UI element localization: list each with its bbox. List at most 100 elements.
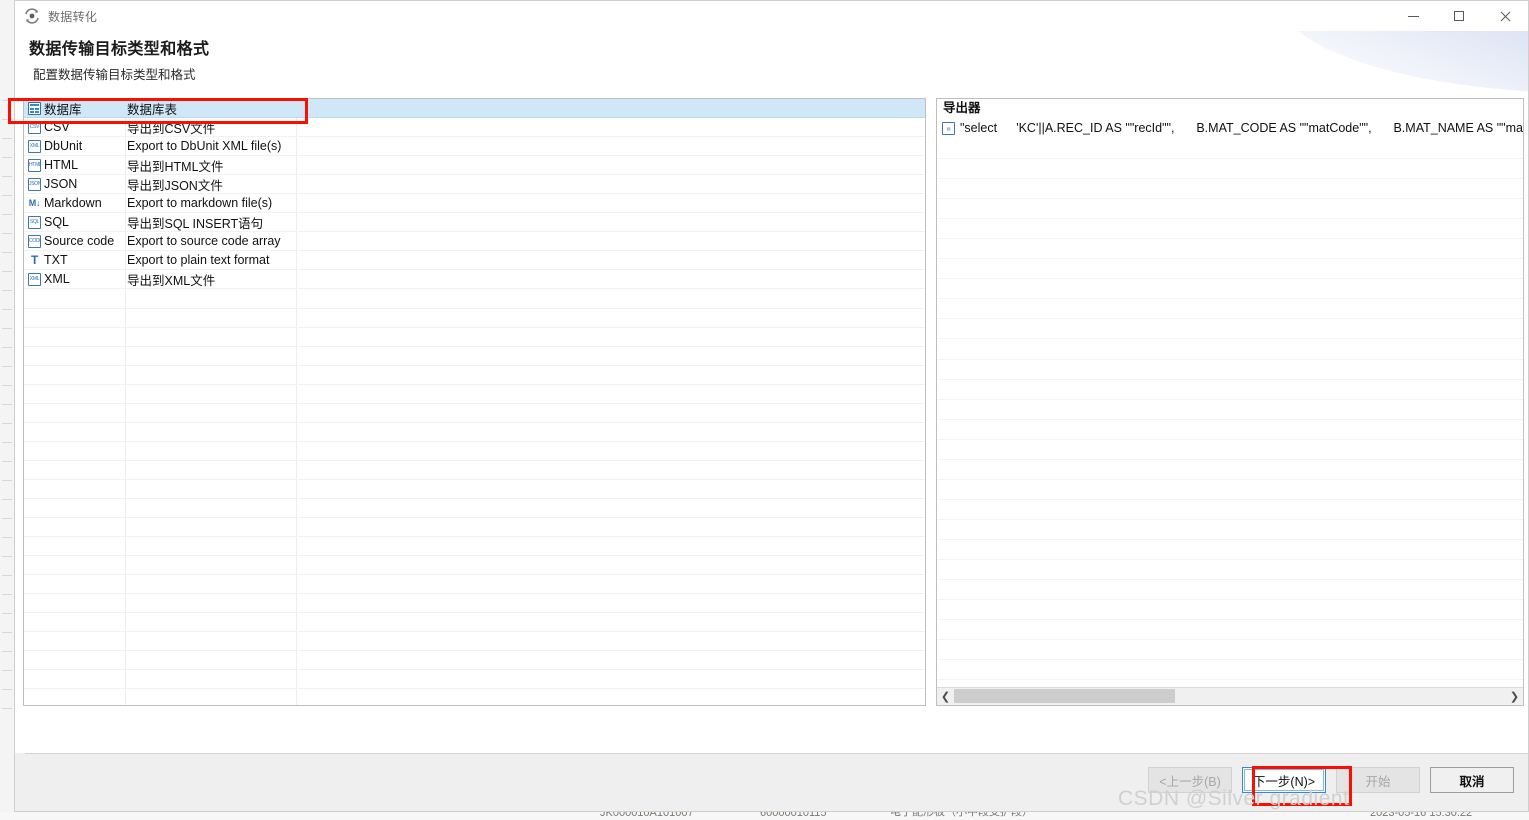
target-type-name-cell: HTML HTML [24,158,121,172]
target-type-row[interactable]: CSV CSV 导出到CSV文件 [24,118,925,138]
target-type-empty-row [24,309,925,328]
wizard-button-next[interactable]: 下一步(N)> [1242,767,1326,793]
exporter-empty-row [937,360,1523,380]
exporter-empty-row [937,560,1523,581]
background-row-line [2,480,12,481]
exporter-query-part-2: B.MAT_CODE AS ""matCode"", [1196,121,1372,135]
target-type-empty-row [24,518,925,538]
target-type-empty-row [24,404,925,423]
target-type-row[interactable]: CODE Source code Export to source code arr… [24,232,925,252]
exporter-item[interactable]: ▤ "select 'KC'||A.REC_ID AS ""recId"", B… [937,118,1523,138]
exporter-empty-row [937,640,1523,661]
chevron-left-icon[interactable]: ❮ [937,688,954,705]
background-row-line [2,214,12,215]
footer-divider [25,753,1528,754]
target-type-empty-row [24,670,925,690]
target-type-row[interactable]: 数据库 数据库表 [24,99,925,119]
target-type-label: Markdown [44,196,102,211]
exporter-empty-row [937,219,1523,240]
target-type-desc-cell: 数据库表 [127,102,178,117]
exporter-empty-row [937,540,1523,560]
target-type-row[interactable]: T TXT Export to plain text format [24,251,925,271]
minimize-button[interactable] [1390,1,1436,31]
exporter-query-part-1: 'KC'||A.REC_ID AS ""recId"", [1016,121,1175,135]
target-type-list[interactable]: 数据库 数据库表 CSV CSV 导出到CSV文件 XML DbUnit Export to … [23,98,926,706]
sql-file-icon: SQL [28,215,41,229]
wizard-body: 数据库 数据库表 CSV CSV 导出到CSV文件 XML DbUnit Export to … [15,93,1528,753]
target-type-name-cell: JSON JSON [24,177,121,191]
exporter-empty-row [937,159,1523,180]
button-label: 取消 [1459,774,1485,789]
target-type-desc-cell: Export to plain text format [127,253,270,268]
background-row-line [2,423,12,424]
background-row-line [2,347,12,348]
scrollbar-track[interactable] [954,688,1506,705]
wizard-header: 数据传输目标类型和格式 配置数据传输目标类型和格式 [15,31,1528,93]
target-type-name-cell: CODE Source code [24,234,121,248]
background-row-line [2,708,12,709]
target-type-name-cell: M↓ Markdown [24,196,121,210]
xml-file-icon: XML [28,139,41,153]
text-file-icon: T [30,253,39,267]
json-file-icon: JSON [28,177,41,191]
target-type-empty-row [24,480,925,499]
background-row-line [2,176,12,177]
xml-file-icon: XML [28,272,41,286]
button-label: <上一步(B) [1159,774,1221,789]
background-row-line [2,195,12,196]
target-type-row[interactable]: JSON JSON 导出到JSON文件 [24,175,925,195]
target-type-label: DbUnit [44,139,83,154]
exporter-empty-row [937,239,1523,260]
exporter-panel[interactable]: 导出器 ▤ "select 'KC'||A.REC_ID AS ""recId"… [936,98,1524,706]
target-type-empty-row [24,499,925,519]
background-row-line [2,632,12,633]
target-type-empty-row [24,442,925,461]
background-row-line [2,651,12,652]
exporter-horizontal-scrollbar[interactable]: ❮ ❯ [937,687,1523,705]
target-type-label: 数据库 [44,102,82,117]
background-row-line [2,499,12,500]
exporter-header: 导出器 [943,101,981,115]
chevron-right-icon[interactable]: ❯ [1506,688,1523,705]
background-row-line [2,613,12,614]
target-type-row[interactable]: SQL SQL 导出到SQL INSERT语句 [24,213,925,233]
target-type-empty-row [24,632,925,652]
target-type-desc-cell: 导出到SQL INSERT语句 [127,216,264,231]
target-type-row[interactable]: M↓ Markdown Export to markdown file(s) [24,194,925,214]
target-type-name-cell: 数据库 [24,99,121,118]
background-row-line [2,594,12,595]
background-row-line [2,233,12,234]
exporter-empty-row [937,139,1523,160]
target-type-desc-cell: Export to source code array [127,234,281,249]
target-type-empty-row [24,366,925,385]
exporter-empty-row [937,480,1523,500]
dialog-titlebar[interactable]: 数据转化 [15,1,1528,31]
exporter-empty-row [937,319,1523,340]
wizard-button-back: <上一步(B) [1148,767,1232,793]
target-type-label: TXT [44,253,68,268]
sql-source-icon: ▤ [942,121,955,135]
target-type-row[interactable]: HTML HTML 导出到HTML文件 [24,156,925,176]
target-type-row[interactable]: XML DbUnit Export to DbUnit XML file(s) [24,137,925,157]
exporter-empty-row [937,520,1523,540]
background-row-line [2,138,12,139]
wizard-button-cancel[interactable]: 取消 [1430,767,1514,793]
target-type-row[interactable]: XML XML 导出到XML文件 [24,270,925,290]
html-file-icon: HTML [28,158,41,172]
close-button[interactable] [1482,1,1528,31]
exporter-empty-row [937,660,1523,681]
scrollbar-thumb[interactable] [954,689,1175,703]
target-type-empty-row [24,613,925,633]
target-type-label: HTML [44,158,79,173]
csv-file-icon: CSV [28,120,41,134]
background-row-line [2,309,12,310]
target-type-empty-row [24,537,925,557]
maximize-button[interactable] [1436,1,1482,31]
target-type-empty-row [24,461,925,480]
exporter-empty-row [937,500,1523,520]
exporter-empty-row [937,620,1523,641]
background-row-line [2,252,12,253]
data-transfer-dialog: 数据转化 数据传输目标类型和格式 配置数据传输目标类型和格式 数据库 数据库表 CS… [14,0,1529,812]
target-type-rows: 数据库 数据库表 CSV CSV 导出到CSV文件 XML DbUnit Export to … [24,99,925,705]
database-table-icon [28,101,41,115]
